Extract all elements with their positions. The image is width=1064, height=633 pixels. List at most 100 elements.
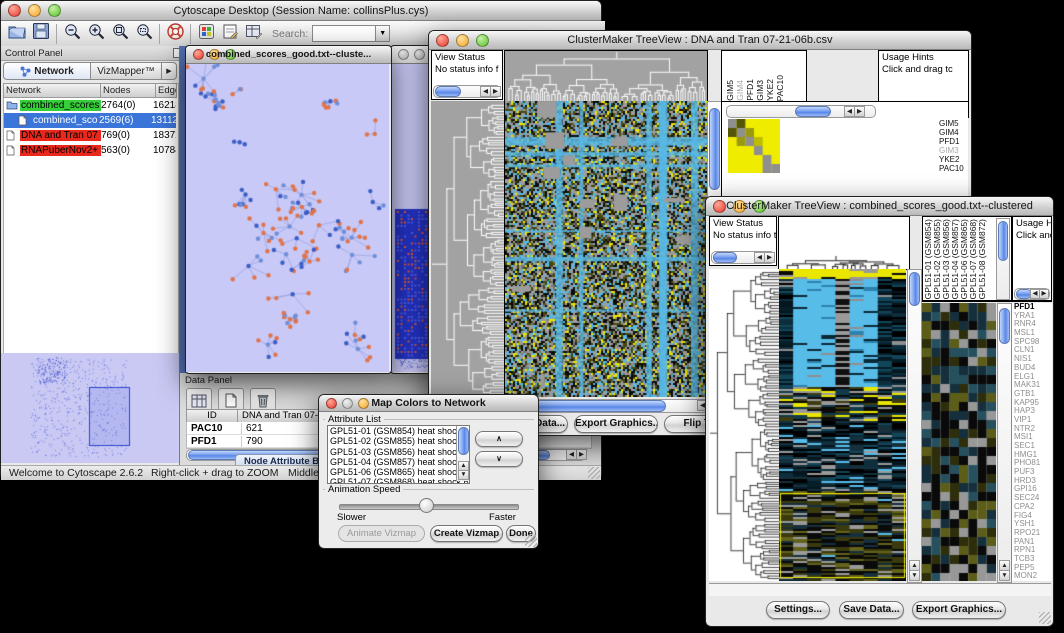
scroll-down-icon[interactable]: ▼ (458, 470, 469, 480)
search-dropdown-icon[interactable]: ▼ (376, 25, 390, 42)
tv2-usage-hints-title: Usage Hi (1013, 217, 1051, 229)
tab-network[interactable]: Network (3, 62, 91, 80)
scroll-down-icon[interactable]: ▼ (999, 570, 1010, 581)
tv2-status-scroll-thumb[interactable] (713, 252, 737, 263)
zoom-out-button[interactable] (60, 22, 84, 45)
resize-grip-icon[interactable] (1039, 612, 1051, 624)
network-row[interactable]: RNAPuberNov2+563(0)107847(0) (4, 143, 176, 158)
scroll-right-icon[interactable]: ▶ (490, 86, 501, 97)
network-canvas[interactable] (186, 64, 389, 372)
attribute-item[interactable]: GPL51-06 (GSM865) heat shock 40 min (328, 467, 457, 477)
network-edges: 107847(0) (153, 145, 176, 156)
dialog-title: Map Colors to Network (319, 397, 538, 409)
tv2-row-dendrogram[interactable] (709, 269, 779, 581)
attribute-item[interactable]: GPL51-03 (GSM856) heat shock 15 min (328, 447, 457, 457)
scroll-right-icon[interactable]: ▶ (764, 252, 775, 263)
tv1-selected-submatrix-canvas[interactable] (728, 119, 780, 173)
data-column-id[interactable]: ID (187, 410, 238, 422)
tv1-export-graphics-button[interactable]: Export Graphics... (574, 415, 658, 433)
attribute-items: GPL51-01 (GSM854) heat shock 05 minGPL51… (328, 426, 457, 484)
dialog-titlebar[interactable]: Map Colors to Network (319, 395, 538, 412)
move-attribute-down-button[interactable]: ∨ (475, 451, 523, 467)
treeview2-titlebar[interactable]: ClusterMaker TreeView : combined_scores_… (706, 197, 1053, 216)
tv1-column-label[interactable]: GIM5 (726, 80, 735, 101)
create-vizmap-button[interactable]: Create Vizmap (430, 525, 503, 542)
main-titlebar[interactable]: Cytoscape Desktop (Session Name: collins… (1, 1, 601, 21)
tv1-row-label[interactable]: GIM4 (937, 128, 968, 137)
tv2-zoom-vscrollbar[interactable]: ▲ ▼ (997, 303, 1012, 583)
tv1-column-label[interactable]: PFD1 (746, 79, 755, 101)
network1-titlebar[interactable]: combined_scores_good.txt--cluste... (186, 46, 391, 64)
vizmapper-shortcut-button[interactable] (194, 22, 218, 45)
tv1-row-label[interactable]: GIM3 (937, 146, 968, 155)
animate-vizmap-button[interactable]: Animate Vizmap (338, 525, 425, 542)
move-attribute-up-button[interactable]: ∧ (475, 431, 523, 447)
tv2-save-data-button[interactable]: Save Data... (839, 601, 904, 619)
tv2-export-graphics-button[interactable]: Export Graphics... (912, 601, 1006, 619)
tv1-column-label[interactable]: PAC10 (776, 75, 785, 101)
attribute-item[interactable]: GPL51-02 (GSM855) heat shock 10 min (328, 436, 457, 446)
tv1-export-graphics-label: Export Graphics... (575, 418, 658, 429)
scroll-down-icon[interactable]: ▼ (909, 570, 920, 581)
tv1-heatmap-canvas[interactable] (504, 101, 707, 397)
close-icon[interactable] (398, 49, 409, 60)
search-input[interactable] (312, 25, 376, 42)
annotation-icon (222, 23, 239, 45)
tv2-zoom-heatmap-canvas[interactable] (922, 303, 996, 581)
column-header-network[interactable]: Network (4, 84, 101, 97)
column-header-nodes[interactable]: Nodes (101, 84, 156, 97)
tv1-row-label[interactable]: PFD1 (937, 137, 968, 146)
help-button[interactable] (163, 22, 187, 45)
attribute-item[interactable]: GPL51-01 (GSM854) heat shock 05 min (328, 426, 457, 436)
tv2-zoom-vscroll-thumb[interactable] (999, 308, 1010, 344)
scroll-right-icon[interactable]: ▶ (576, 449, 587, 460)
tv1-column-label[interactable]: GIM3 (756, 80, 765, 101)
gene-label[interactable]: MON2 (1012, 572, 1052, 581)
animation-speed-slider-thumb[interactable] (419, 498, 434, 513)
tv2-settings-button[interactable]: Settings... (766, 601, 830, 619)
tv1-row-label[interactable]: GIM5 (937, 119, 968, 128)
tv2-labels-scroll-thumb[interactable] (998, 221, 1008, 261)
network-row[interactable]: combined_sco2569(6)13112(15) (4, 113, 176, 128)
attribute-scroll-thumb[interactable] (458, 427, 469, 455)
tv1-row-label[interactable]: YKE2 (937, 155, 968, 164)
open-file-button[interactable] (5, 22, 29, 45)
scroll-right-icon[interactable]: ▶ (1039, 289, 1049, 299)
network-tab-icon (20, 66, 31, 77)
tv2-vscrollbar[interactable]: ▲ ▼ (907, 269, 922, 583)
resize-grip-icon[interactable] (525, 535, 537, 547)
zoom-fit-button[interactable] (108, 22, 132, 45)
save-session-button[interactable] (29, 22, 53, 45)
zoom-selected-button[interactable] (132, 22, 156, 45)
tv1-vscroll-thumb[interactable] (709, 108, 720, 190)
tv2-heatmap-canvas[interactable] (779, 269, 906, 581)
tab-more[interactable]: ▶ (162, 62, 177, 80)
attribute-item[interactable]: GPL51-04 (GSM857) heat shock 20 min (328, 457, 457, 467)
network-row[interactable]: combined_scores2764(0)16218(0) (4, 98, 176, 113)
tv2-column-dendrogram-area[interactable] (778, 216, 910, 270)
resize-grip-icon[interactable] (588, 467, 600, 479)
tv1-row-dendrogram[interactable] (431, 101, 504, 397)
tab-vizmapper[interactable]: VizMapper™ (91, 62, 162, 80)
control-panel-header: Control Panel (1, 46, 187, 61)
tv2-vscroll-thumb[interactable] (909, 272, 920, 306)
tv1-column-label[interactable]: YKE2 (766, 79, 775, 101)
treeview1-titlebar[interactable]: ClusterMaker TreeView : DNA and Tran 07-… (429, 31, 971, 50)
tv1-zoom-hscroll-thumb[interactable] (795, 106, 831, 117)
birdseye-view-canvas[interactable] (1, 353, 179, 463)
zoom-in-button[interactable] (84, 22, 108, 45)
attribute-list-vscrollbar[interactable]: ▲ ▼ (456, 426, 469, 481)
column-header-edges[interactable]: Edges (156, 84, 176, 97)
tv1-column-label[interactable]: GIM4 (736, 80, 745, 101)
annotation-button[interactable] (218, 22, 242, 45)
tv1-column-dendrogram[interactable] (504, 50, 708, 102)
animation-speed-label: Animation Speed (325, 484, 403, 495)
tv1-row-label[interactable]: PAC10 (937, 164, 968, 173)
tv1-status-scroll-thumb[interactable] (435, 86, 461, 97)
array-column-label[interactable]: GPL51-08 (GSM872) (978, 219, 987, 299)
scroll-right-icon[interactable]: ▶ (854, 106, 865, 117)
attribute-editor-button[interactable] (242, 22, 266, 45)
minimize-icon[interactable] (414, 49, 425, 60)
network-row[interactable]: DNA and Tran 07769(0)183728(0) (4, 128, 176, 143)
tv2-labels-vscrollbar[interactable] (996, 218, 1010, 300)
